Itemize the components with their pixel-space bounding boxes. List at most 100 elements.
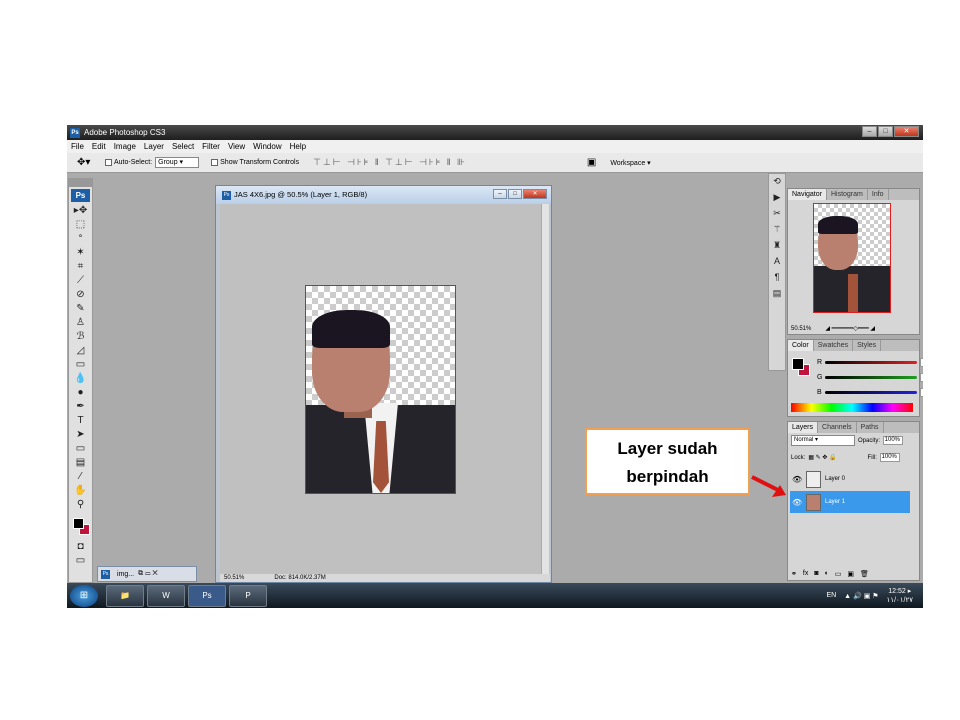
screen-mode-icon[interactable]: ▭ [71,554,91,568]
lock-icons[interactable]: ▦ ✎ ✥ 🔒 [808,454,836,461]
new-layer-icon[interactable]: ▣ [847,570,854,578]
taskbar-explorer-icon[interactable]: 📁 [106,584,144,607]
lasso-tool-icon[interactable]: ᐤ [71,232,91,246]
healing-brush-icon[interactable]: ⊘ [71,288,91,302]
layer-style-icon[interactable]: fx [803,570,808,578]
taskbar-word-icon[interactable]: W [147,584,185,607]
type-tool-icon[interactable]: T [71,414,91,428]
panel-fg-swatch[interactable] [792,358,804,370]
foreground-color-swatch[interactable] [72,518,84,529]
close-button[interactable]: ✕ [894,126,919,137]
clock[interactable]: 12:52 ▸ ١١/٠١/٢٧ [887,587,913,605]
eye-icon[interactable]: 👁 [792,498,802,507]
vertical-scrollbar[interactable] [541,204,549,578]
clone-source-icon[interactable]: ♜ [770,238,784,254]
menu-edit[interactable]: Edit [92,142,106,151]
show-transform-checkbox[interactable] [211,158,220,166]
eraser-tool-icon[interactable]: ◿ [71,344,91,358]
menu-file[interactable]: File [71,142,84,151]
blur-tool-icon[interactable]: 💧 [71,372,91,386]
workspace-button[interactable]: Workspace ▾ [610,159,650,167]
path-select-icon[interactable]: ➤ [71,428,91,442]
paragraph-icon[interactable]: ¶ [770,270,784,286]
move-tool-icon[interactable]: ✥▾ [77,157,91,169]
green-slider[interactable] [825,375,918,379]
status-zoom[interactable]: 50.51% [224,574,244,582]
minimize-button[interactable]: – [862,126,877,137]
character-icon[interactable]: A [770,254,784,270]
green-value[interactable]: 0 [920,372,923,382]
tab-swatches[interactable]: Swatches [814,340,854,351]
start-button[interactable]: ⊞ [70,584,98,607]
stamp-tool-icon[interactable]: ♙ [71,316,91,330]
doc-close-button[interactable]: ✕ [523,189,547,199]
navigator-thumbnail[interactable] [813,203,891,313]
align-icons[interactable]: ⊤⊥⊢ ⊣⊦⊧ ‖ ⊤⊥⊢ ⊣⊦⊧ ‖ ⊪ [313,157,467,168]
auto-select-checkbox[interactable] [105,158,114,166]
auto-select-dropdown[interactable]: Group ▾ [155,157,200,168]
taskbar-powerpoint-icon[interactable]: P [229,584,267,607]
tab-layers[interactable]: Layers [788,422,819,433]
quick-mask-icon[interactable]: ◘ [71,540,91,554]
opacity-value[interactable]: 100% [883,436,904,445]
menu-layer[interactable]: Layer [144,142,164,151]
minimized-document[interactable]: Ps img... ⧉ ▭ ✕ [97,566,197,582]
tab-info[interactable]: Info [868,189,889,200]
group-icon[interactable]: ▭ [835,570,842,578]
zoom-tool-icon[interactable]: ⚲ [71,498,91,512]
menu-window[interactable]: Window [253,142,281,151]
language-indicator[interactable]: EN [826,592,836,599]
blend-mode-dropdown[interactable]: Normal ▾ [791,435,855,446]
zoom-slider[interactable]: ◢ ━━━━━━◇━━━ ◢ [825,325,875,332]
eyedropper-icon[interactable]: ⁄ [71,470,91,484]
slice-tool-icon[interactable]: ⟋ [71,274,91,288]
pen-tool-icon[interactable]: ✒ [71,400,91,414]
hand-tool-icon[interactable]: ✋ [71,484,91,498]
gradient-tool-icon[interactable]: ▭ [71,358,91,372]
tab-channels[interactable]: Channels [818,422,857,433]
layer-comps-icon[interactable]: ▤ [770,286,784,302]
marquee-tool-icon[interactable]: ⬚ [71,218,91,232]
eye-icon[interactable]: 👁 [792,475,802,484]
photo-canvas[interactable] [305,285,456,494]
menu-image[interactable]: Image [114,142,136,151]
red-value[interactable]: 0 [920,357,923,367]
menu-filter[interactable]: Filter [202,142,220,151]
crop-tool-icon[interactable]: ⌗ [71,260,91,274]
slider-r[interactable]: R0 [814,357,923,367]
color-ramp[interactable] [791,403,913,412]
doc-minimize-button[interactable]: – [493,189,507,199]
adjustment-layer-icon[interactable]: ◐ [825,570,829,578]
tool-presets-icon[interactable]: ✂ [770,206,784,222]
blue-slider[interactable] [824,390,917,394]
slider-g[interactable]: G0 [814,372,923,382]
doc-maximize-button[interactable]: □ [508,189,522,199]
blue-value[interactable]: 0 [919,387,923,397]
menu-select[interactable]: Select [172,142,194,151]
tab-styles[interactable]: Styles [853,340,882,351]
notes-tool-icon[interactable]: ▤ [71,456,91,470]
history-icon[interactable]: ⟲ [770,174,784,190]
layer-row[interactable]: 👁 Layer 0 [790,468,910,490]
color-panel-swatches[interactable] [792,358,812,378]
move-tool-icon[interactable]: ▸✥ [71,204,91,218]
restore-icon[interactable]: ⧉ ▭ ✕ [138,570,158,578]
menu-view[interactable]: View [228,142,245,151]
canvas-area[interactable] [220,204,541,578]
brushes-icon[interactable]: ⚚ [770,222,784,238]
color-swatches[interactable] [71,516,91,536]
navigator-zoom[interactable]: 50.51% [791,326,811,332]
fill-value[interactable]: 100% [879,453,900,462]
tab-navigator[interactable]: Navigator [788,189,827,200]
magic-wand-icon[interactable]: ✶ [71,246,91,260]
history-brush-icon[interactable]: ℬ [71,330,91,344]
shape-tool-icon[interactable]: ▭ [71,442,91,456]
tab-histogram[interactable]: Histogram [827,189,868,200]
dodge-tool-icon[interactable]: ● [71,386,91,400]
tray-icons[interactable]: ▲ 🔊 ▣ ⚑ [844,592,878,600]
taskbar-photoshop-icon[interactable]: Ps [188,584,226,607]
layer-row-selected[interactable]: 👁 Layer 1 [790,491,910,513]
actions-icon[interactable]: ▶ [770,190,784,206]
red-slider[interactable] [825,360,918,364]
bridge-icon[interactable]: ▣ [587,157,596,168]
